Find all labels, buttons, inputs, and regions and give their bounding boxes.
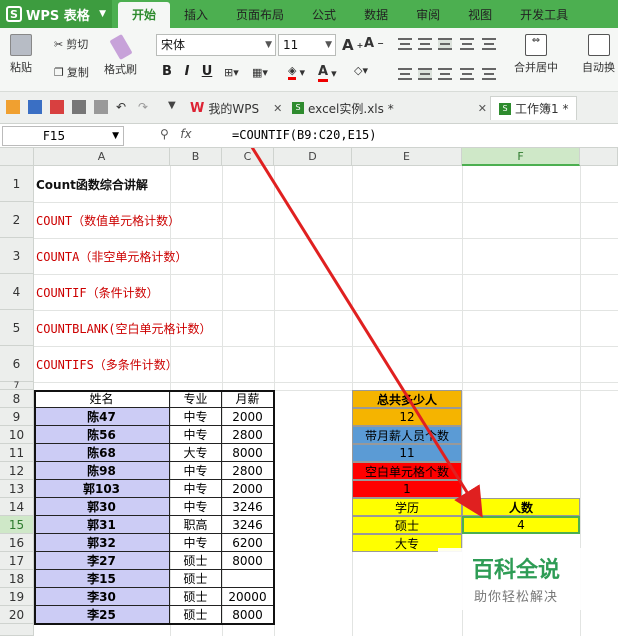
wps-logo-icon: S xyxy=(6,6,22,22)
app-title: WPS 表格 xyxy=(26,8,90,24)
wrap-text-button[interactable]: 自动换 xyxy=(582,34,615,75)
font-name-select[interactable]: 宋体 ▼ xyxy=(156,34,276,56)
border-button[interactable]: ⊞▾ xyxy=(224,66,239,79)
spreadsheet-icon: S xyxy=(499,102,511,115)
distribute-icon[interactable] xyxy=(482,68,496,80)
menu-tabs: 开始 插入 页面布局 公式 数据 审阅 视图 开发工具 xyxy=(112,0,618,28)
print-icon[interactable] xyxy=(72,100,86,114)
undo-icon[interactable]: ↶ xyxy=(116,100,130,114)
tab-my-wps[interactable]: W 我的WPS ✕ xyxy=(190,96,282,120)
document-tab-bar: ↶ ↷ ▼ W 我的WPS ✕ S excel实例.xls * ✕ S 工作簿1… xyxy=(0,92,618,124)
font-size-select[interactable]: 11 ▼ xyxy=(278,34,336,56)
watermark-subtitle: 助你轻松解决 xyxy=(473,590,558,605)
align-right-icon[interactable] xyxy=(438,68,452,80)
tab-excel-example[interactable]: S excel实例.xls * ✕ xyxy=(292,96,487,120)
app-menu-button[interactable]: S WPS 表格 ▼ xyxy=(0,0,112,28)
zoom-icon[interactable]: ⚲ xyxy=(160,127,169,141)
folder-icon[interactable] xyxy=(6,100,20,114)
scissors-icon: ✂ xyxy=(54,37,64,51)
paste-button[interactable]: 粘贴 xyxy=(10,34,32,75)
chevron-down-icon[interactable]: ▼ xyxy=(168,100,182,114)
tab-workbook1[interactable]: S 工作簿1 * xyxy=(490,96,578,120)
fill-style-button[interactable]: ▦▾ xyxy=(252,66,268,79)
title-bar: S WPS 表格 ▼ 开始 插入 页面布局 公式 数据 审阅 视图 开发工具 xyxy=(0,0,618,28)
indent-right-icon[interactable] xyxy=(482,38,496,50)
tab-insert[interactable]: 插入 xyxy=(170,2,222,28)
watermark: 百科全说 助你轻松解决 xyxy=(438,548,594,610)
ribbon: 粘贴 ✂ 剪切 ❐ 复制 格式刷 宋体 ▼ 11 ▼ A + A − B I U ⊞… xyxy=(0,28,618,92)
wrap-icon xyxy=(587,34,610,56)
tab-view[interactable]: 视图 xyxy=(454,2,506,28)
chevron-down-icon: ▼ xyxy=(265,40,272,50)
justify-icon[interactable] xyxy=(460,68,474,80)
grid-icon: ▦▾ xyxy=(252,66,268,79)
merge-icon: ⇔ xyxy=(525,34,547,56)
formula-bar: F15 ▼ ⚲ fx =COUNTIF(B9:C20,E15) xyxy=(0,124,618,148)
bold-button[interactable]: B xyxy=(158,64,176,79)
close-icon[interactable]: ✕ xyxy=(478,102,487,115)
tab-developer[interactable]: 开发工具 xyxy=(506,2,582,28)
chevron-down-icon: ▼ xyxy=(112,131,119,141)
close-icon[interactable]: ✕ xyxy=(273,102,282,115)
decrease-font-button[interactable]: A − xyxy=(364,36,384,51)
increase-font-button[interactable]: A + xyxy=(342,36,363,54)
brush-icon xyxy=(108,33,133,61)
copy-button[interactable]: ❐ 复制 xyxy=(54,64,89,80)
eraser-icon: ◇▾ xyxy=(354,64,368,77)
chevron-down-icon: ▼ xyxy=(99,9,106,19)
font-color-icon: A xyxy=(318,64,329,82)
formula-input[interactable]: =COUNTIF(B9:C20,E15) xyxy=(232,128,377,142)
spreadsheet-icon: S xyxy=(292,102,304,114)
paste-icon xyxy=(10,34,32,56)
tab-data[interactable]: 数据 xyxy=(350,2,402,28)
align-top-icon[interactable] xyxy=(398,38,412,50)
underline-button[interactable]: U xyxy=(198,64,216,79)
format-painter-button[interactable]: 格式刷 xyxy=(104,33,137,77)
align-bottom-icon[interactable] xyxy=(438,38,452,50)
merge-center-button[interactable]: ⇔ 合并居中 xyxy=(514,34,558,75)
watermark-title: 百科全说 xyxy=(471,558,560,583)
fill-color-button[interactable]: ◈ ▾ xyxy=(288,64,305,80)
font-color-button[interactable]: A ▾ xyxy=(318,64,337,82)
tab-page-layout[interactable]: 页面布局 xyxy=(222,2,298,28)
tab-review[interactable]: 审阅 xyxy=(402,2,454,28)
chevron-down-icon: ▼ xyxy=(325,40,332,50)
redo-icon[interactable]: ↷ xyxy=(138,100,152,114)
tab-formulas[interactable]: 公式 xyxy=(298,2,350,28)
align-center-icon[interactable] xyxy=(418,68,432,80)
align-left-icon[interactable] xyxy=(398,68,412,80)
italic-button[interactable]: I xyxy=(178,64,196,79)
save-icon[interactable] xyxy=(28,100,42,114)
print-preview-icon[interactable] xyxy=(94,100,108,114)
cut-button[interactable]: ✂ 剪切 xyxy=(54,36,88,52)
wps-icon: W xyxy=(190,100,205,116)
copy-icon: ❐ xyxy=(54,65,64,79)
align-middle-icon[interactable] xyxy=(418,38,432,50)
clear-format-button[interactable]: ◇▾ xyxy=(354,64,368,77)
paint-bucket-icon: ◈ xyxy=(288,64,297,80)
pdf-icon[interactable] xyxy=(50,100,64,114)
border-icon: ⊞▾ xyxy=(224,66,239,79)
formula-icons: ⚲ fx xyxy=(160,127,192,141)
indent-left-icon[interactable] xyxy=(460,38,474,50)
tab-home[interactable]: 开始 xyxy=(118,2,171,28)
fx-button[interactable]: fx xyxy=(180,127,191,141)
name-box[interactable]: F15 ▼ xyxy=(2,126,124,146)
